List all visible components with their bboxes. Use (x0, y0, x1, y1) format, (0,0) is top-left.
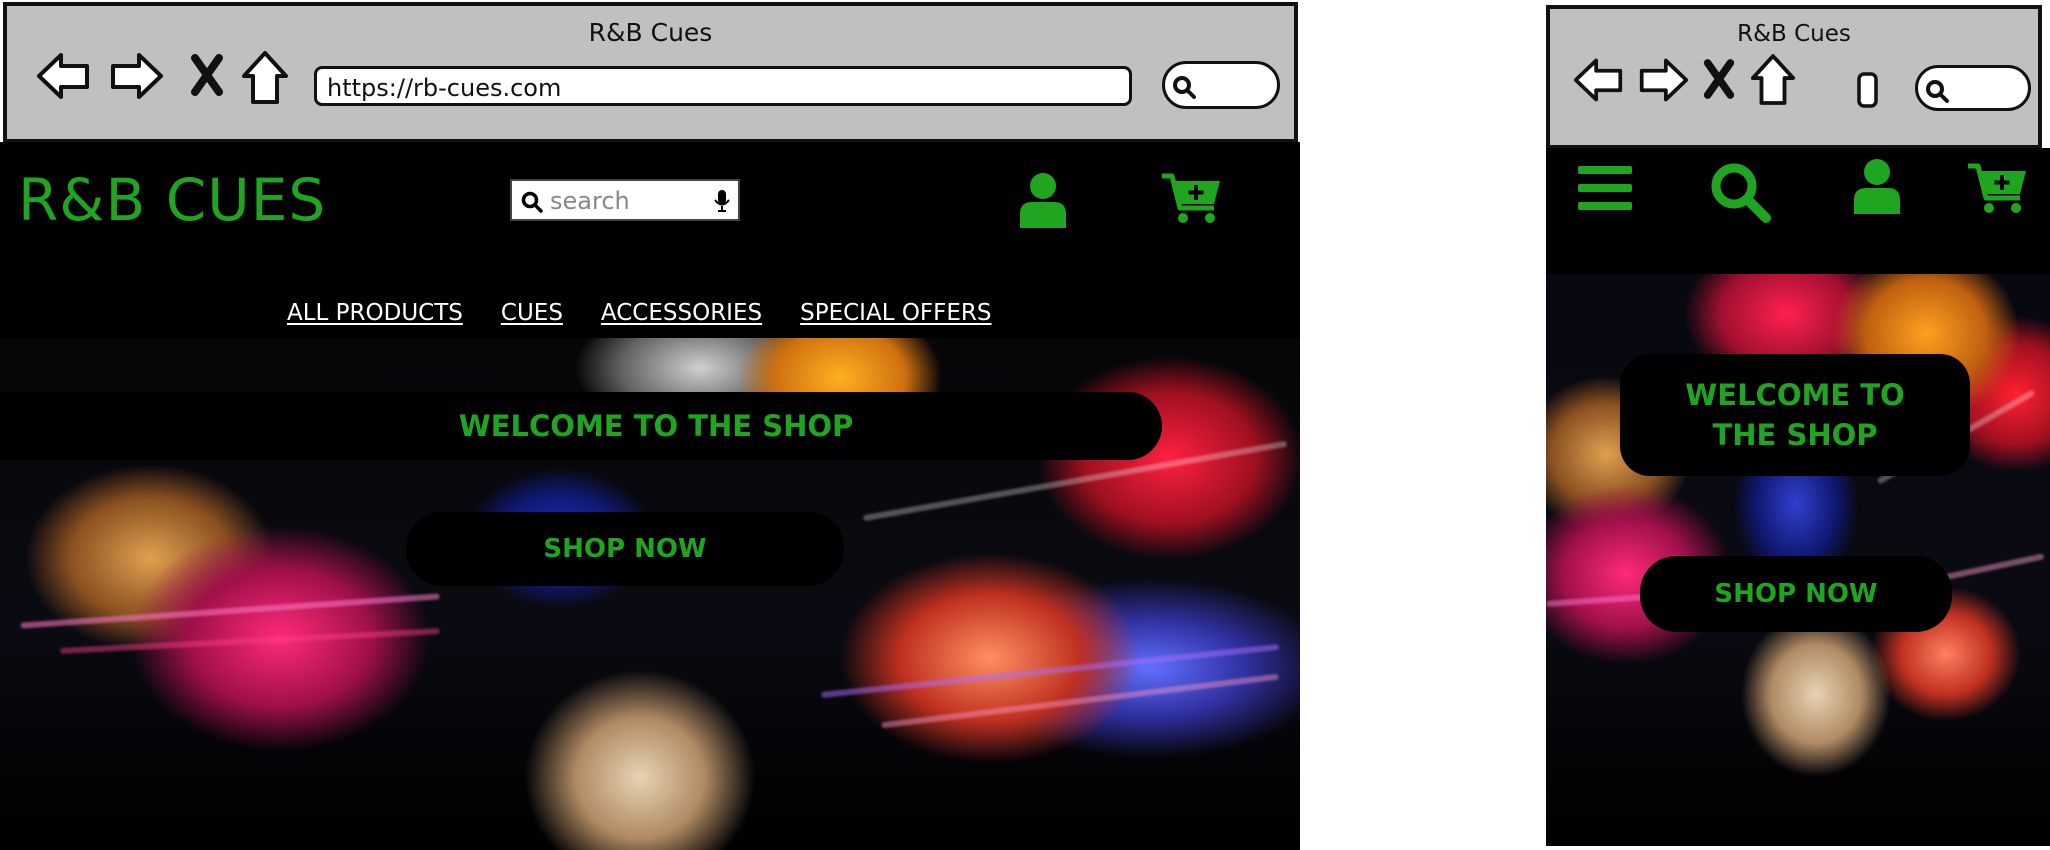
search-icon (1173, 76, 1196, 99)
forward-arrow-icon[interactable] (1638, 56, 1690, 104)
browser-search-box[interactable] (1162, 61, 1280, 109)
search-icon[interactable] (1708, 160, 1772, 224)
browser-search-box[interactable] (1915, 65, 2031, 111)
user-icon[interactable] (1018, 172, 1068, 228)
forward-arrow-icon[interactable] (109, 51, 165, 101)
nav-all-products[interactable]: ALL PRODUCTS (287, 300, 463, 326)
shop-now-button[interactable]: SHOP NOW (1640, 556, 1952, 632)
website-page: R&B CUES search ALL PRODUCTS CUES ACCESS… (0, 142, 1300, 850)
desktop-wireframe: R&B Cues https://rb-cues.com R&B CUES se… (0, 0, 1300, 850)
cart-plus-icon[interactable] (1966, 162, 2028, 216)
nav-accessories[interactable]: ACCESSORIES (601, 300, 762, 326)
nav-cues[interactable]: CUES (501, 300, 563, 326)
tabs-icon[interactable] (1856, 71, 1880, 109)
cart-plus-icon[interactable] (1160, 172, 1222, 226)
shop-now-button[interactable]: SHOP NOW (406, 512, 844, 586)
light-streak (820, 643, 1280, 699)
search-icon (521, 191, 543, 213)
welcome-banner-bg (0, 392, 220, 460)
welcome-banner: WELCOME TO THE SHOP (200, 392, 1162, 460)
home-icon[interactable] (241, 50, 289, 106)
main-navigation: ALL PRODUCTS CUES ACCESSORIES SPECIAL OF… (287, 300, 992, 326)
browser-chrome: R&B Cues (1546, 5, 2042, 148)
search-placeholder: search (550, 187, 630, 215)
browser-tab-title: R&B Cues (588, 18, 713, 47)
address-bar[interactable]: https://rb-cues.com (314, 66, 1132, 106)
home-icon[interactable] (1750, 53, 1796, 107)
site-search-input[interactable]: search (510, 179, 740, 221)
light-streak (20, 593, 440, 629)
microphone-icon[interactable] (714, 189, 730, 213)
close-x-icon[interactable] (1702, 59, 1736, 99)
close-x-icon[interactable] (189, 54, 225, 96)
hamburger-menu-icon[interactable] (1576, 162, 1634, 214)
browser-chrome: R&B Cues https://rb-cues.com (3, 2, 1298, 142)
site-logo[interactable]: R&B CUES (18, 166, 326, 234)
nav-special-offers[interactable]: SPECIAL OFFERS (800, 300, 991, 326)
website-page: WELCOME TO THE SHOP SHOP NOW (1546, 148, 2050, 846)
browser-tab-title: R&B Cues (1737, 21, 1851, 47)
search-icon (1926, 80, 1949, 103)
welcome-banner: WELCOME TO THE SHOP (1620, 354, 1970, 476)
back-arrow-icon[interactable] (1572, 56, 1624, 104)
light-streak (60, 628, 440, 654)
user-icon[interactable] (1852, 158, 1902, 214)
back-arrow-icon[interactable] (35, 51, 91, 101)
mobile-wireframe: R&B Cues WELCOME TO THE SHOP SHOP NOW (1540, 0, 2050, 850)
